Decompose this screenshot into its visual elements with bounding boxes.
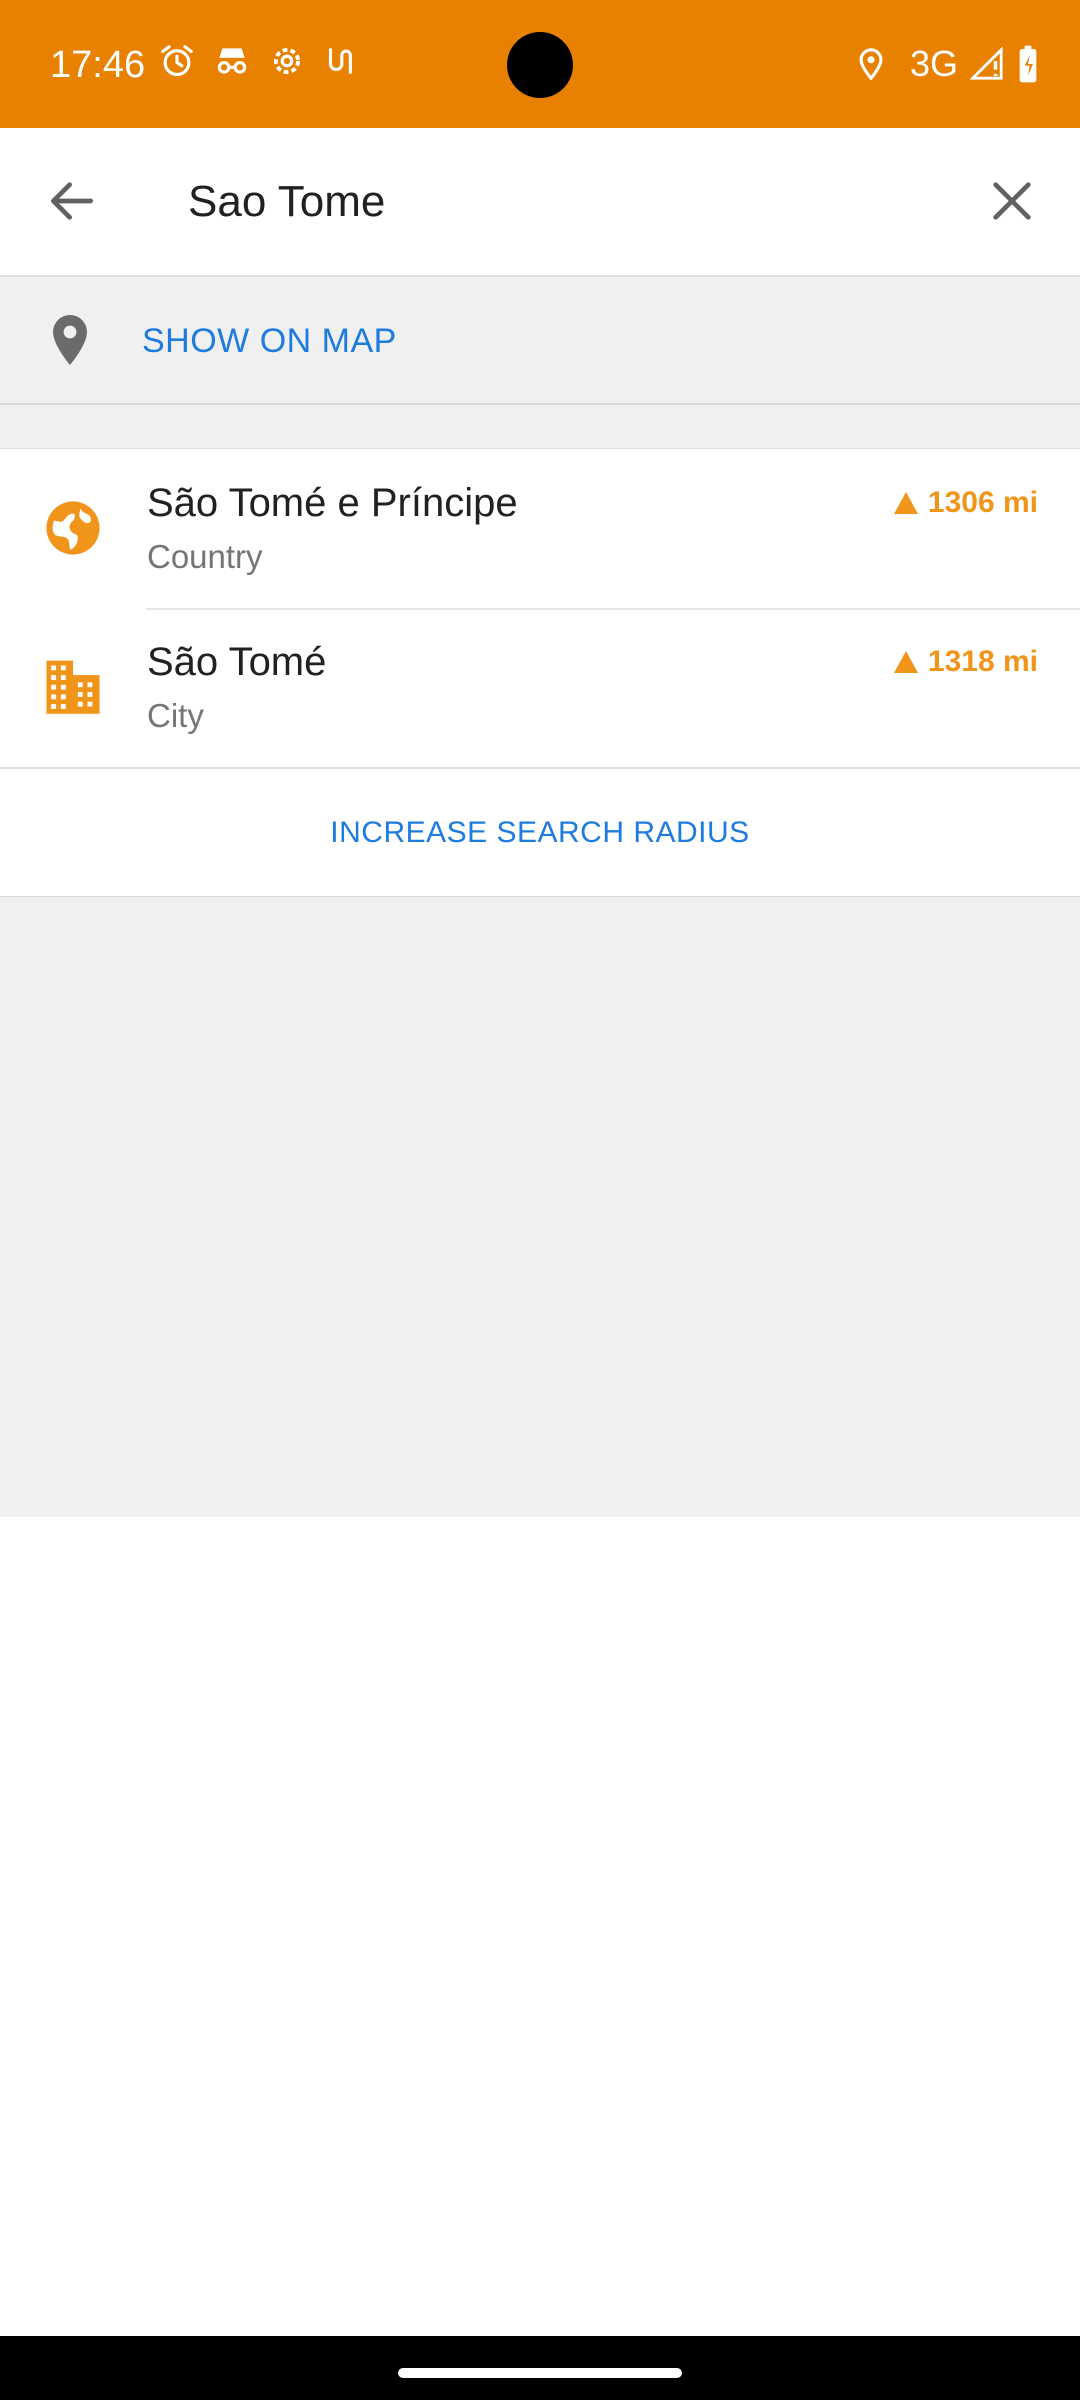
incognito-icon — [212, 42, 252, 80]
arrow-left-icon — [51, 182, 93, 220]
route-icon — [322, 42, 356, 80]
result-distance: 1318 mi — [893, 644, 1038, 680]
status-bar: 17:46 3G — [0, 0, 1080, 128]
location-icon — [854, 45, 888, 83]
result-distance: 1306 mi — [893, 485, 1038, 521]
battery-charging-icon — [1016, 44, 1040, 84]
status-notification-icons — [158, 42, 356, 80]
signal-icon — [970, 47, 1004, 81]
clear-search-button[interactable] — [984, 173, 1040, 229]
direction-arrow-icon — [893, 492, 918, 514]
show-on-map-label: SHOW ON MAP — [142, 322, 397, 360]
distance-value: 1306 mi — [927, 486, 1038, 519]
camera-cutout — [507, 32, 573, 98]
home-indicator[interactable] — [398, 2368, 682, 2378]
distance-value: 1318 mi — [927, 645, 1038, 678]
search-bar — [0, 128, 1080, 277]
network-type: 3G — [909, 43, 958, 84]
increase-search-radius-button[interactable]: INCREASE SEARCH RADIUS — [0, 767, 1080, 899]
increase-search-radius-label: INCREASE SEARCH RADIUS — [330, 815, 750, 849]
settings-gear-icon — [268, 42, 306, 80]
search-input[interactable] — [188, 164, 948, 240]
section-divider — [0, 405, 1080, 450]
results-list: São Tomé e Príncipe Country 1306 mi São … — [0, 449, 1080, 767]
empty-results-area — [0, 897, 1080, 1517]
result-type: Country — [147, 538, 263, 575]
close-icon — [993, 182, 1031, 220]
map-pin-icon — [46, 313, 94, 372]
alarm-icon — [158, 42, 196, 80]
result-type: City — [147, 697, 204, 734]
back-button[interactable] — [44, 173, 100, 229]
status-time: 17:46 — [50, 44, 146, 86]
status-system-icons: 3G — [854, 42, 1040, 86]
result-name: São Tomé e Príncipe — [147, 481, 518, 525]
city-buildings-icon — [44, 658, 102, 719]
direction-arrow-icon — [893, 651, 918, 673]
result-item[interactable]: São Tomé e Príncipe Country 1306 mi — [0, 449, 1080, 608]
result-name: São Tomé — [147, 640, 327, 684]
result-item[interactable]: São Tomé City 1318 mi — [0, 608, 1080, 767]
show-on-map-button[interactable]: SHOW ON MAP — [0, 277, 1080, 405]
globe-icon — [44, 499, 102, 562]
